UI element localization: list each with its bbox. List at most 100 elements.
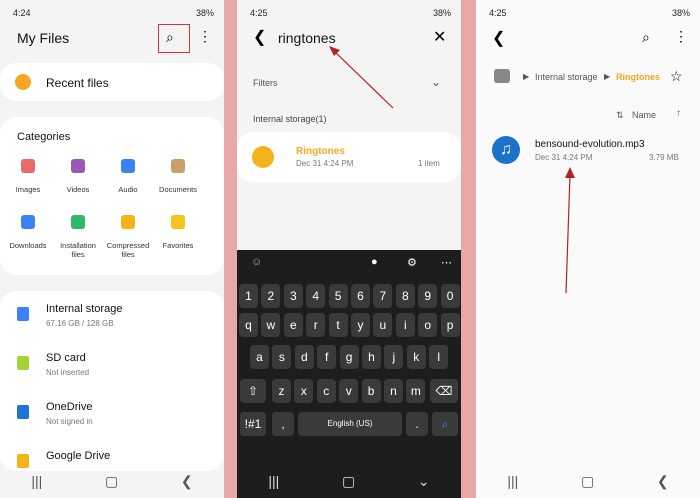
- period-key[interactable]: .: [406, 412, 428, 436]
- more-options-icon[interactable]: ⋮: [674, 28, 688, 45]
- search-icon[interactable]: ⌕: [166, 29, 174, 46]
- emoji-icon[interactable]: ☺: [251, 256, 262, 268]
- storage-sub: Not inserted: [46, 368, 90, 377]
- key-r[interactable]: r: [306, 313, 326, 337]
- shift-key[interactable]: ⇧: [240, 379, 266, 403]
- key-x[interactable]: x: [294, 379, 314, 403]
- storage-name[interactable]: Google Drive: [46, 450, 110, 462]
- storage-icon: [17, 405, 29, 419]
- key-l[interactable]: l: [429, 345, 449, 369]
- key-4[interactable]: 4: [306, 284, 326, 308]
- star-icon[interactable]: ☆: [670, 68, 683, 85]
- back-arrow-icon[interactable]: ❮: [492, 28, 505, 48]
- category-icon: [171, 159, 185, 173]
- search-screen: 4:25 38% ❮ ringtones ✕ Filters ⌄ Interna…: [237, 0, 461, 498]
- file-name[interactable]: bensound-evolution.mp3: [535, 139, 645, 150]
- key-b[interactable]: b: [361, 379, 381, 403]
- storage-name[interactable]: OneDrive: [46, 401, 92, 413]
- key-6[interactable]: 6: [351, 284, 370, 308]
- categories-card: Categories Images Videos Audio Documents Dow…: [0, 117, 224, 275]
- key-1[interactable]: 1: [239, 284, 258, 308]
- key-n[interactable]: n: [384, 379, 403, 403]
- nav-bar: ||| ▢ ⌄: [237, 464, 461, 498]
- category-label[interactable]: Compressed files: [104, 241, 152, 259]
- breadcrumb-root[interactable]: Internal storage: [535, 72, 598, 82]
- storage-sub: Not signed in: [46, 417, 93, 426]
- key-0[interactable]: 0: [440, 284, 460, 308]
- breadcrumb-current[interactable]: Ringtones: [616, 72, 660, 82]
- key-k[interactable]: k: [406, 345, 426, 369]
- key-a[interactable]: a: [250, 345, 269, 369]
- my-files-screen: 4:24 38% My Files ⌕ ⋮ Recent files Categ…: [0, 0, 224, 498]
- category-label[interactable]: Installation files: [54, 241, 102, 259]
- key-t[interactable]: t: [328, 313, 348, 337]
- storage-name[interactable]: Internal storage: [46, 303, 122, 315]
- recents-icon[interactable]: |||: [507, 473, 518, 489]
- key-m[interactable]: m: [406, 379, 426, 403]
- key-f[interactable]: f: [317, 345, 337, 369]
- result-ringtones-folder[interactable]: Ringtones Dec 31 4:24 PM 1 item: [237, 132, 461, 182]
- chevron-down-icon[interactable]: ⌄: [431, 75, 441, 89]
- key-p[interactable]: p: [440, 313, 460, 337]
- key-e[interactable]: e: [283, 313, 303, 337]
- sort-label[interactable]: Name: [632, 110, 656, 120]
- key-2[interactable]: 2: [261, 284, 281, 308]
- key-7[interactable]: 7: [373, 284, 393, 308]
- sort-order-icon[interactable]: ↑: [676, 108, 681, 119]
- hide-keyboard-icon[interactable]: ⌄: [418, 473, 430, 490]
- filters-label[interactable]: Filters: [253, 78, 278, 88]
- key-9[interactable]: 9: [418, 284, 438, 308]
- backspace-key[interactable]: ⌫: [430, 379, 458, 403]
- key-u[interactable]: u: [373, 313, 393, 337]
- key-i[interactable]: i: [395, 313, 415, 337]
- key-w[interactable]: w: [261, 313, 281, 337]
- space-key[interactable]: English (US): [298, 412, 402, 436]
- category-icon: [71, 159, 85, 173]
- more-icon[interactable]: ⋯: [441, 256, 452, 269]
- key-d[interactable]: d: [294, 345, 314, 369]
- category-label[interactable]: Downloads: [4, 241, 52, 250]
- key-8[interactable]: 8: [395, 284, 415, 308]
- key-y[interactable]: y: [351, 313, 370, 337]
- category-icon: [121, 215, 135, 229]
- recent-files-item[interactable]: Recent files: [0, 63, 224, 101]
- key-s[interactable]: s: [272, 345, 292, 369]
- key-j[interactable]: j: [384, 345, 404, 369]
- key-q[interactable]: q: [239, 313, 258, 337]
- key-o[interactable]: o: [418, 313, 438, 337]
- key-3[interactable]: 3: [283, 284, 303, 308]
- search-key[interactable]: ⌕: [432, 412, 458, 436]
- gear-icon[interactable]: ⚙: [407, 256, 417, 269]
- comma-key[interactable]: ,: [272, 412, 294, 436]
- more-options-icon[interactable]: ⋮: [198, 28, 212, 45]
- category-label[interactable]: Images: [4, 185, 52, 194]
- sort-arrow-icon[interactable]: ⇅: [616, 110, 624, 121]
- home-folder-icon[interactable]: [494, 69, 510, 83]
- key-c[interactable]: c: [316, 379, 336, 403]
- category-label[interactable]: Audio: [104, 185, 152, 194]
- back-icon[interactable]: ❮: [181, 473, 193, 490]
- annotation-arrow: [565, 167, 575, 294]
- recents-icon[interactable]: |||: [31, 473, 42, 489]
- search-icon[interactable]: ⌕: [642, 29, 650, 46]
- storage-card: Internal storage 67.16 GB / 128 GB SD card…: [0, 291, 224, 471]
- storage-icon: [17, 307, 29, 321]
- symbols-key[interactable]: !#1: [240, 412, 266, 436]
- category-label[interactable]: Videos: [54, 185, 102, 194]
- mic-icon[interactable]: ●: [371, 256, 378, 268]
- key-5[interactable]: 5: [328, 284, 348, 308]
- key-v[interactable]: v: [339, 379, 359, 403]
- home-icon[interactable]: ▢: [581, 473, 594, 490]
- breadcrumb-arrow-icon: ▶: [604, 72, 611, 81]
- key-g[interactable]: g: [339, 345, 359, 369]
- back-icon[interactable]: ❮: [657, 473, 669, 490]
- recents-icon[interactable]: |||: [268, 473, 279, 489]
- result-name: Ringtones: [296, 146, 345, 157]
- storage-name[interactable]: SD card: [46, 352, 86, 364]
- key-z[interactable]: z: [272, 379, 291, 403]
- category-label[interactable]: Favorites: [154, 241, 202, 250]
- category-label[interactable]: Documents: [154, 185, 202, 194]
- key-h[interactable]: h: [362, 345, 381, 369]
- home-icon[interactable]: ▢: [105, 473, 118, 490]
- home-icon[interactable]: ▢: [342, 473, 355, 490]
